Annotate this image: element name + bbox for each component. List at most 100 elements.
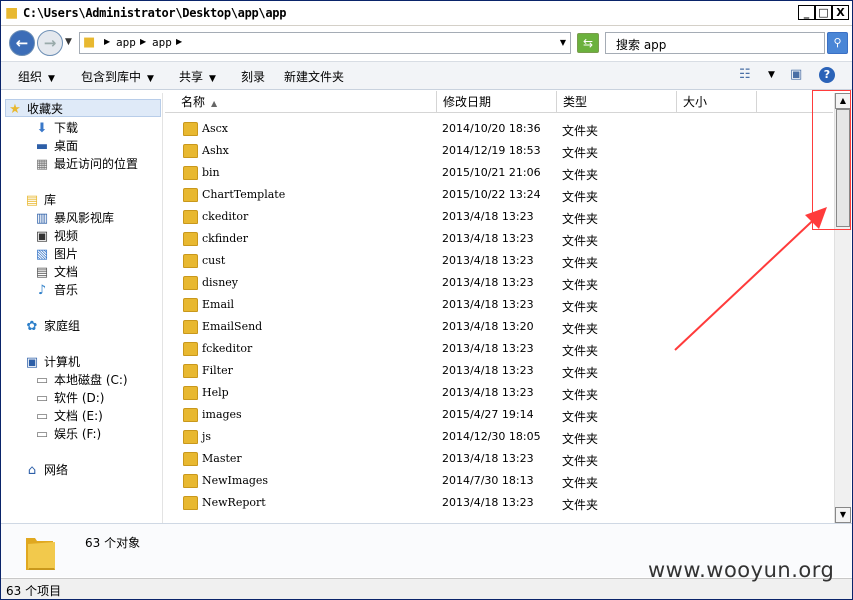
drive-icon: ▭ — [35, 373, 49, 388]
file-name: EmailSend — [202, 320, 263, 333]
nav-drive-c[interactable]: ▭ 本地磁盘 (C:) — [33, 371, 128, 389]
nav-music[interactable]: ♪ 音乐 — [33, 281, 78, 299]
file-type: 文件夹 — [562, 278, 599, 292]
new-folder-button[interactable]: 新建文件夹 — [284, 68, 344, 85]
file-date: 2013/4/18 13:23 — [442, 232, 534, 245]
file-name: images — [202, 408, 242, 421]
preview-pane-icon[interactable]: ▣ — [790, 67, 802, 82]
file-name: js — [202, 430, 212, 443]
nav-drive-e[interactable]: ▭ 文档 (E:) — [33, 407, 103, 425]
include-in-library-menu[interactable]: 包含到库中 ▼ — [81, 68, 154, 85]
nav-drive-f[interactable]: ▭ 娱乐 (F:) — [33, 425, 101, 443]
nav-desktop[interactable]: ▬ 桌面 — [33, 137, 78, 155]
refresh-button[interactable]: ⇆ — [577, 33, 599, 53]
nav-label: 家庭组 — [44, 319, 81, 333]
column-header-type[interactable]: 类型 — [557, 91, 677, 113]
table-row[interactable]: Help 2013/4/18 13:23 文件夹 — [165, 383, 833, 405]
forward-button[interactable]: → — [37, 30, 63, 56]
folder-icon — [183, 188, 198, 202]
nav-storm-video[interactable]: ▥ 暴风影视库 — [33, 209, 114, 227]
column-header-name[interactable]: 名称 ▲ — [175, 91, 437, 113]
folder-icon — [183, 364, 198, 378]
file-date: 2013/4/18 13:23 — [442, 342, 534, 355]
breadcrumb-separator-icon[interactable]: ▶ — [176, 37, 182, 46]
nav-homegroup[interactable]: ✿ 家庭组 — [23, 317, 80, 335]
view-dropdown-icon[interactable]: ▼ — [768, 70, 775, 80]
file-type: 文件夹 — [562, 454, 599, 468]
share-menu[interactable]: 共享 ▼ — [179, 68, 216, 85]
folder-icon — [183, 342, 198, 356]
address-bar[interactable]: ■ ▶ app ▶ app ▶ ▼ — [79, 32, 571, 54]
file-name: bin — [202, 166, 220, 179]
file-name: disney — [202, 276, 239, 289]
table-row[interactable]: NewReport 2013/4/18 13:23 文件夹 — [165, 493, 833, 515]
nav-favorites[interactable]: ★ 收藏夹 — [5, 99, 161, 117]
watermark: www.wooyun.org — [648, 558, 835, 582]
music-icon: ♪ — [37, 283, 47, 298]
scroll-down-arrow-icon[interactable]: ▼ — [835, 507, 851, 523]
navigation-pane: ★ 收藏夹 ⬇ 下载 ▬ 桌面 ▦ 最近访问的位置 ▤ 库 ▥ 暴风影视库 ▣ 视频 ▧ 图片 … — [5, 93, 163, 523]
file-date: 2015/10/21 21:06 — [442, 166, 541, 179]
recent-pages-dropdown-icon[interactable]: ▼ — [65, 37, 72, 47]
nav-downloads[interactable]: ⬇ 下载 — [33, 119, 78, 137]
folder-icon — [183, 166, 198, 180]
close-button[interactable]: X — [832, 5, 849, 20]
organize-menu[interactable]: 组织 ▼ — [18, 68, 55, 85]
address-dropdown-icon[interactable]: ▼ — [560, 38, 566, 47]
file-name: ckfinder — [202, 232, 249, 245]
nav-label: 下载 — [54, 121, 79, 135]
breadcrumb-app-2[interactable]: app — [152, 36, 172, 49]
table-row[interactable]: bin 2015/10/21 21:06 文件夹 — [165, 163, 833, 185]
help-icon[interactable]: ? — [819, 67, 835, 83]
file-date: 2015/4/27 19:14 — [442, 408, 534, 421]
folder-icon: ■ — [5, 5, 19, 21]
large-folder-icon — [26, 538, 55, 570]
nav-label: 文档 — [54, 265, 79, 279]
file-type: 文件夹 — [562, 256, 599, 270]
object-count: 63 个对象 — [85, 536, 141, 550]
table-row[interactable]: js 2014/12/30 18:05 文件夹 — [165, 427, 833, 449]
search-input[interactable]: 搜索 app — [605, 32, 825, 54]
search-placeholder: 搜索 app — [616, 38, 667, 52]
table-row[interactable]: NewImages 2014/7/30 18:13 文件夹 — [165, 471, 833, 493]
table-row[interactable]: Filter 2013/4/18 13:23 文件夹 — [165, 361, 833, 383]
annotation-arrow — [674, 207, 827, 351]
chevron-down-icon: ▼ — [48, 74, 55, 84]
table-row[interactable]: Ashx 2014/12/19 18:53 文件夹 — [165, 141, 833, 163]
nav-computer[interactable]: ▣ 计算机 — [23, 353, 80, 371]
nav-recent-places[interactable]: ▦ 最近访问的位置 — [33, 155, 138, 173]
view-options-icon[interactable]: ☷ — [739, 67, 751, 82]
nav-drive-d[interactable]: ▭ 软件 (D:) — [33, 389, 105, 407]
folder-icon — [183, 386, 198, 400]
nav-documents[interactable]: ▤ 文档 — [33, 263, 78, 281]
file-date: 2013/4/18 13:23 — [442, 386, 534, 399]
table-row[interactable]: Ascx 2014/10/20 18:36 文件夹 — [165, 119, 833, 141]
command-bar: 组织 ▼ 包含到库中 ▼ 共享 ▼ 刻录 新建文件夹 ☷ ▼ ▣ ? — [1, 61, 852, 90]
breadcrumb-separator-icon[interactable]: ▶ — [104, 37, 110, 46]
table-row[interactable]: Master 2013/4/18 13:23 文件夹 — [165, 449, 833, 471]
burn-button[interactable]: 刻录 — [241, 68, 265, 85]
minimize-button[interactable]: _ — [798, 5, 815, 20]
maximize-button[interactable]: □ — [815, 5, 832, 20]
column-header-row: 名称 ▲ 修改日期 类型 大小 — [165, 91, 833, 113]
column-header-date[interactable]: 修改日期 — [437, 91, 557, 113]
table-row[interactable]: images 2015/4/27 19:14 文件夹 — [165, 405, 833, 427]
nav-label: 音乐 — [54, 283, 79, 297]
nav-pictures[interactable]: ▧ 图片 — [33, 245, 78, 263]
nav-videos[interactable]: ▣ 视频 — [33, 227, 78, 245]
drive-icon: ▭ — [35, 409, 49, 424]
nav-network[interactable]: ⌂ 网络 — [23, 461, 68, 479]
back-button[interactable]: ← — [9, 30, 35, 56]
file-name: Ascx — [202, 122, 228, 135]
nav-libraries[interactable]: ▤ 库 — [23, 191, 56, 209]
file-type: 文件夹 — [562, 366, 599, 380]
file-name: NewReport — [202, 496, 266, 509]
file-type: 文件夹 — [562, 146, 599, 160]
file-date: 2013/4/18 13:23 — [442, 276, 534, 289]
column-header-size[interactable]: 大小 — [677, 91, 757, 113]
search-icon[interactable]: ⚲ — [827, 32, 848, 54]
file-type: 文件夹 — [562, 476, 599, 490]
homegroup-icon: ✿ — [26, 319, 38, 334]
breadcrumb-app-1[interactable]: app — [116, 36, 136, 49]
breadcrumb-separator-icon[interactable]: ▶ — [140, 37, 146, 46]
